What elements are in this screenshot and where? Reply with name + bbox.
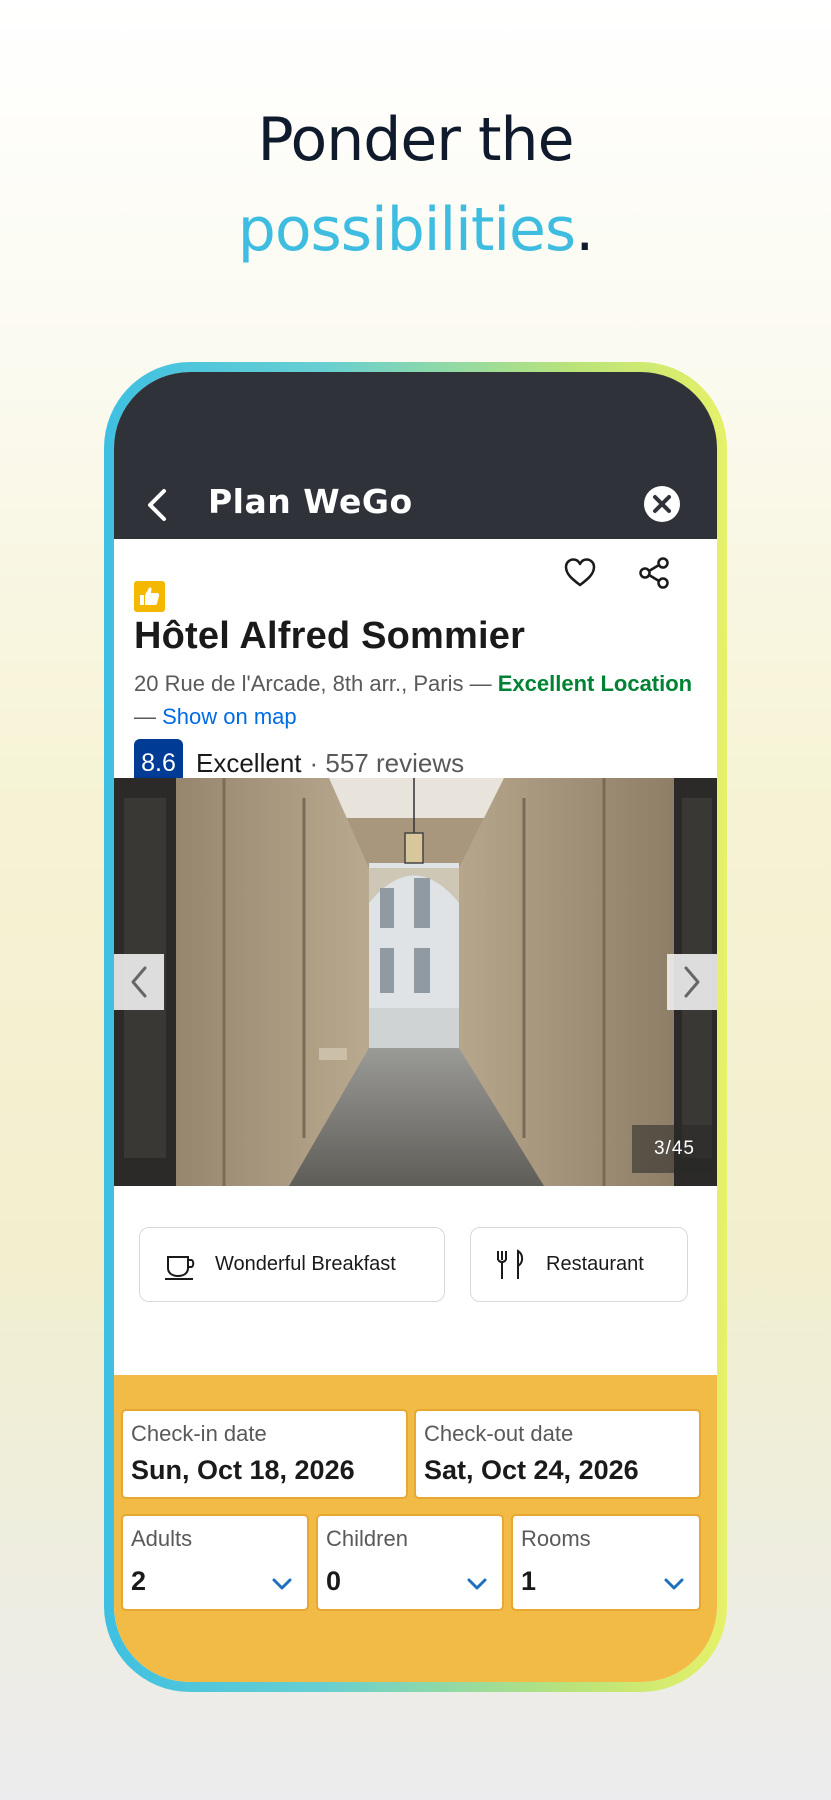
check-out-date-field[interactable]: Check-out date Sat, Oct 24, 2026: [414, 1409, 701, 1499]
phone-frame: Plan WeGo Hôtel Alfred Sommier 20 Rue de…: [104, 362, 727, 1692]
amenity-breakfast: Wonderful Breakfast: [139, 1227, 445, 1302]
chevron-down-icon: [272, 1578, 292, 1590]
amenity-restaurant: Restaurant: [470, 1227, 688, 1302]
rating-word: Excellent: [196, 747, 302, 778]
chevron-left-icon[interactable]: [144, 487, 172, 523]
hotel-photo: [114, 778, 717, 1186]
fork-knife-icon: [497, 1248, 524, 1279]
photo-counter: 3/45: [632, 1125, 717, 1173]
heart-icon[interactable]: [563, 556, 597, 590]
location-rating: Excellent Location: [497, 671, 693, 696]
check-out-value: Sat, Oct 24, 2026: [424, 1455, 639, 1485]
hotel-name: Hôtel Alfred Sommier: [134, 615, 526, 657]
adults-select[interactable]: Adults 2: [121, 1514, 309, 1611]
check-in-value: Sun, Oct 18, 2026: [131, 1455, 355, 1485]
check-out-label: Check-out date: [424, 1421, 574, 1446]
amenity-label: Wonderful Breakfast: [215, 1253, 396, 1275]
previous-photo-button[interactable]: [114, 954, 164, 1010]
headline-accent: possibilities: [237, 195, 576, 265]
chevron-left-icon: [131, 966, 147, 998]
address-text: 20 Rue de l'Arcade, 8th arr., Paris —: [134, 671, 492, 696]
next-photo-button[interactable]: [667, 954, 717, 1010]
children-select[interactable]: Children 0: [316, 1514, 504, 1611]
show-on-map-link[interactable]: Show on map: [162, 704, 297, 729]
headline-period: .: [575, 195, 594, 265]
top-bar: Plan WeGo: [114, 372, 717, 539]
adults-value: 2: [131, 1566, 147, 1596]
phone-screen: Plan WeGo Hôtel Alfred Sommier 20 Rue de…: [114, 372, 717, 1682]
amenity-label: Restaurant: [546, 1253, 644, 1275]
review-count: · 557 reviews: [309, 747, 465, 778]
chevron-down-icon: [664, 1578, 684, 1590]
coffee-cup-icon: [165, 1255, 195, 1280]
check-in-date-field[interactable]: Check-in date Sun, Oct 18, 2026: [121, 1409, 408, 1499]
hotel-address: 20 Rue de l'Arcade, 8th arr., Paris — Ex…: [134, 667, 694, 733]
rooms-select[interactable]: Rooms 1: [511, 1514, 701, 1611]
headline-line-1: Ponder the: [257, 105, 575, 175]
headline-line-2: possibilities.: [0, 185, 831, 275]
chevron-right-icon: [684, 966, 700, 998]
headline: Ponder the possibilities.: [0, 95, 831, 275]
adults-label: Adults: [131, 1526, 193, 1551]
share-icon[interactable]: [637, 556, 671, 590]
check-in-label: Check-in date: [131, 1421, 267, 1446]
address-separator: —: [134, 704, 156, 729]
children-value: 0: [326, 1566, 342, 1596]
app-title: Plan WeGo: [208, 482, 413, 521]
rooms-label: Rooms: [521, 1526, 591, 1551]
rooms-value: 1: [521, 1566, 537, 1596]
photo-gallery[interactable]: 3/45: [114, 778, 717, 1186]
close-circle-icon[interactable]: [643, 485, 681, 523]
children-label: Children: [326, 1526, 408, 1551]
booking-panel: Check-in date Sun, Oct 18, 2026 Check-ou…: [114, 1375, 717, 1682]
thumbs-up-icon: [134, 581, 165, 612]
chevron-down-icon: [467, 1578, 487, 1590]
